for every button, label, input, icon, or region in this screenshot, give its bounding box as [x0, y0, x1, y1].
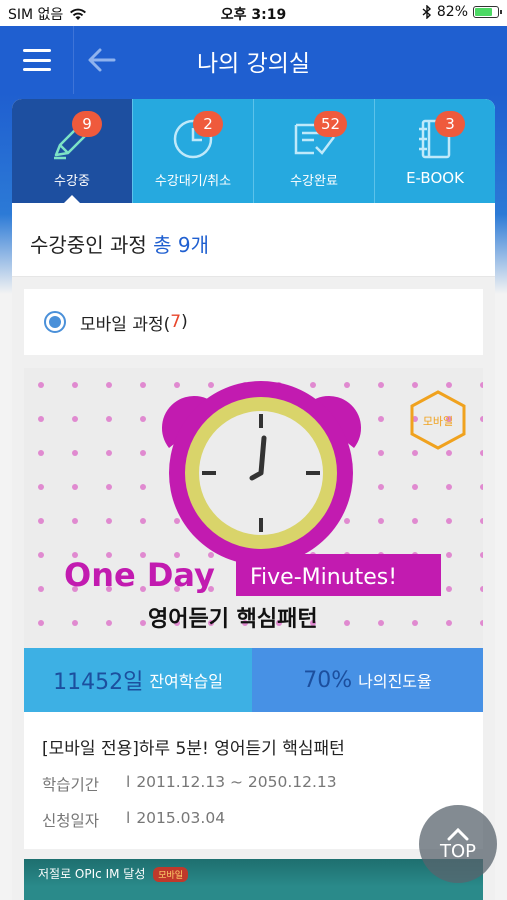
- scroll-top-button[interactable]: TOP: [419, 805, 497, 883]
- chevron-up-icon: [447, 827, 469, 840]
- study-period-label: 학습기간: [42, 776, 100, 794]
- course2-banner-text: 저절로 OPIc IM 달성: [38, 867, 146, 881]
- battery-fill: [475, 8, 493, 16]
- tab-in-progress[interactable]: 9 수강중: [12, 99, 133, 203]
- status-bar: SIM 없음 오후 3:19 82%: [0, 0, 507, 26]
- course-count-summary: 수강중인 과정 총 9개: [12, 203, 495, 277]
- tab-label: E-BOOK: [406, 169, 464, 187]
- tab-badge: 3: [435, 111, 465, 137]
- tab-badge: 52: [314, 111, 348, 137]
- apply-date-row: 신청일자 l 2015.03.04: [24, 809, 483, 849]
- radio-selected-icon[interactable]: [44, 311, 66, 333]
- progress-value: 70%: [303, 667, 353, 693]
- course-thumbnail[interactable]: One Day Five-Minutes! 영어듣기 핵심패턴 모바일: [24, 368, 483, 648]
- battery-percent: 82%: [436, 4, 468, 20]
- bluetooth-icon: [422, 5, 431, 19]
- summary-prefix: 수강중인 과정: [30, 233, 147, 257]
- apply-date-label: 신청일자: [42, 812, 100, 830]
- tab-badge: 9: [72, 111, 102, 137]
- category-count: 7: [170, 312, 182, 332]
- thumbnail-illustration: One Day Five-Minutes! 영어듣기 핵심패턴 모바일: [24, 368, 483, 648]
- tab-label: 수강완료: [290, 174, 338, 189]
- thumbnail-title-en: One Day: [64, 556, 215, 594]
- category-label: 모바일 과정(: [80, 314, 171, 335]
- meta-separator: l: [126, 773, 131, 791]
- tab-bar: 9 수강중 2 수강대기/취소 52 수강완료 3 E-BOOK: [12, 99, 495, 203]
- tab-completed[interactable]: 52 수강완료: [254, 99, 375, 203]
- summary-count: 총 9개: [153, 233, 210, 257]
- remaining-days-value: 11452일: [53, 670, 144, 695]
- study-period-row: 학습기간 l 2011.12.13 ~ 2050.12.13: [24, 773, 483, 795]
- category-suffix: ): [181, 312, 188, 332]
- tab-badge: 2: [193, 111, 223, 137]
- classroom-panel: 9 수강중 2 수강대기/취소 52 수강완료 3 E-BOOK 수강중인 과정…: [12, 99, 495, 900]
- app-header: 나의 강의실: [0, 26, 507, 94]
- course-title[interactable]: [모바일 전용]하루 5분! 영어듣기 핵심패턴: [24, 712, 483, 759]
- page-title: 나의 강의실: [196, 51, 311, 77]
- course2-tag: 모바일: [153, 867, 189, 882]
- remaining-days-label: 잔여학습일: [149, 672, 223, 691]
- tab-waiting-cancelled[interactable]: 2 수강대기/취소: [133, 99, 254, 203]
- course-list: 모바일 과정(7) One Day Five-Minutes! 영어듣기 핵심…: [12, 277, 495, 900]
- meta-separator: l: [126, 809, 131, 827]
- category-mobile-course[interactable]: 모바일 과정(7): [24, 289, 483, 355]
- battery-icon: [473, 6, 502, 18]
- progress-label: 나의진도율: [358, 672, 432, 691]
- thumbnail-subtitle-en: Five-Minutes!: [250, 565, 397, 590]
- course-card[interactable]: 저절로 OPIc IM 달성 모바일: [24, 859, 483, 900]
- course-stats: 11452일 잔여학습일 70% 나의진도율: [24, 648, 483, 712]
- progress-stat: 70% 나의진도율: [252, 648, 483, 712]
- study-period-value: 2011.12.13 ~ 2050.12.13: [136, 773, 337, 791]
- tab-label: 수강대기/취소: [154, 174, 232, 189]
- tab-ebook[interactable]: 3 E-BOOK: [375, 99, 495, 203]
- thumbnail-title-ko: 영어듣기 핵심패턴: [148, 607, 318, 632]
- course-card[interactable]: One Day Five-Minutes! 영어듣기 핵심패턴 모바일 1145…: [24, 368, 483, 849]
- course2-banner: 저절로 OPIc IM 달성 모바일: [24, 859, 483, 887]
- tab-label: 수강중: [54, 174, 90, 189]
- remaining-days-stat: 11452일 잔여학습일: [24, 648, 252, 712]
- mobile-badge: 모바일: [423, 414, 453, 428]
- apply-date-value: 2015.03.04: [136, 809, 226, 827]
- top-label: TOP: [439, 840, 477, 862]
